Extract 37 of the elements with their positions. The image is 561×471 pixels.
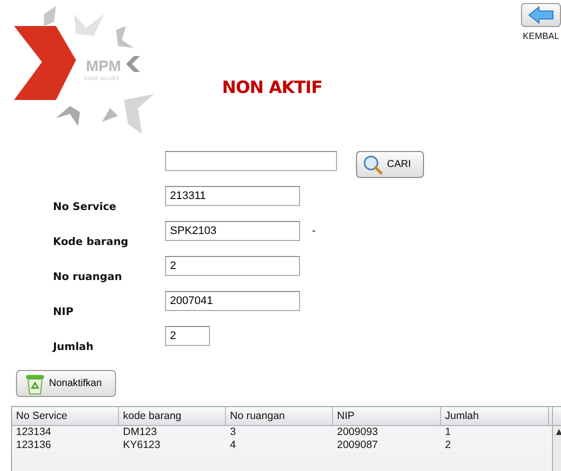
table-cell-text: KY6123 (122, 439, 162, 452)
table-cell-text: 4 (229, 439, 237, 452)
field-label: No Service (53, 201, 118, 213)
table-cell-text: 123134 (15, 426, 52, 439)
table-cell-text: 3 (229, 426, 237, 439)
table-cell-text: 2009087 (336, 439, 379, 452)
text-field[interactable]: 213311 (165, 186, 300, 206)
search-field[interactable] (165, 151, 337, 171)
column-header[interactable]: kode barang (119, 407, 226, 425)
search-button[interactable]: CARI (356, 151, 424, 178)
back-button[interactable] (521, 3, 561, 27)
page-title: NON AKTIF (222, 78, 322, 100)
back-label: KEMBAL (522, 31, 560, 41)
logo-text: MPM (86, 58, 121, 75)
table-cell-text: 2 (444, 439, 452, 452)
field-label: NIP (53, 306, 74, 318)
text-field[interactable]: SPK2103 (165, 221, 300, 241)
field-label: No ruangan (53, 271, 123, 283)
scroll-up-icon[interactable] (555, 428, 561, 436)
text-field[interactable]: 2 (165, 256, 300, 276)
column-header[interactable]: NIP (333, 407, 441, 425)
deactivate-button[interactable]: Nonaktifkan (16, 370, 116, 397)
table-cell-text: 1 (444, 426, 452, 439)
recycle-bin-icon (24, 372, 46, 394)
table-cell-text: DM123 (122, 426, 158, 439)
column-header[interactable]: Jumlah (441, 407, 549, 425)
column-header[interactable]: No ruangan (226, 407, 333, 425)
text-field[interactable]: 2 (165, 326, 210, 346)
column-header[interactable]: No Service (12, 407, 119, 425)
text-field[interactable]: 2007041 (165, 291, 300, 311)
field-label: Kode barang (53, 236, 130, 248)
table-cell-text: 2009093 (336, 426, 379, 439)
field-suffix: - (312, 225, 316, 237)
field-label: Jumlah (53, 341, 94, 353)
back-arrow-icon (528, 6, 554, 24)
table-cell-text: 123136 (15, 439, 52, 452)
search-icon (363, 154, 383, 174)
